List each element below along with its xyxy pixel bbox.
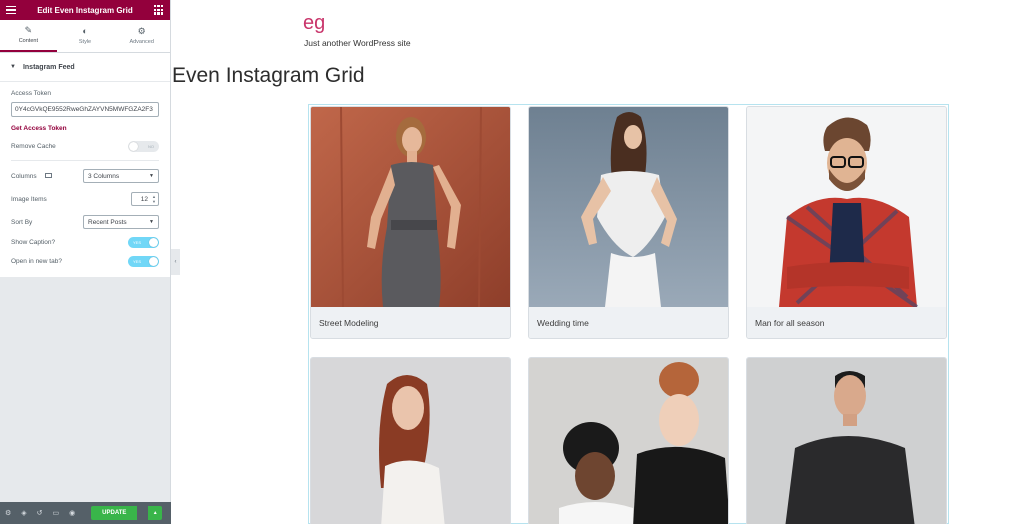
chevron-down-icon: ▼: [149, 219, 154, 225]
pencil-icon: ✎: [24, 25, 33, 35]
show-caption-label: Show Caption?: [11, 239, 56, 246]
photo-bride: [529, 107, 728, 307]
tab-advanced[interactable]: ⚙ Advanced: [113, 20, 170, 52]
columns-label: Columns: [11, 172, 37, 180]
section-instagram-feed[interactable]: ▼ Instagram Feed: [0, 53, 170, 82]
sort-by-value: Recent Posts: [88, 218, 127, 226]
grid-card-two-women[interactable]: [528, 357, 729, 524]
card-photo: [747, 107, 946, 307]
photo-woman-grey-dress: [311, 107, 510, 307]
photo-man-black-sweater: [747, 358, 946, 524]
chevron-left-icon: ‹: [174, 259, 177, 265]
remove-cache-label: Remove Cache: [11, 143, 56, 150]
photo-woman-red-hair: [311, 358, 510, 524]
site-title[interactable]: eg: [303, 12, 325, 35]
image-items-stepper[interactable]: 12 ▲ ▼: [131, 192, 159, 206]
panel-tabs: ✎ Content ◐ Style ⚙ Advanced: [0, 20, 170, 53]
card-photo: [311, 358, 510, 524]
columns-label-wrap: Columns: [11, 172, 53, 180]
navigator-layers-icon[interactable]: ◈: [21, 509, 26, 517]
widgets-grid-icon[interactable]: [153, 5, 164, 15]
tab-style-label: Style: [78, 39, 92, 45]
tab-style[interactable]: ◐ Style: [57, 20, 114, 52]
image-items-value: 12: [140, 195, 148, 203]
card-photo: [529, 358, 728, 524]
tab-advanced-label: Advanced: [129, 39, 154, 45]
card-photo: [529, 107, 728, 307]
panel-content: ▼ Instagram Feed Access Token Get Access…: [0, 53, 170, 277]
preview-eye-icon[interactable]: ◉: [69, 509, 75, 517]
sort-by-select[interactable]: Recent Posts ▼: [83, 215, 159, 229]
open-new-tab-toggle[interactable]: YES: [128, 256, 159, 267]
menu-icon[interactable]: [6, 5, 16, 15]
photo-two-women-working: [529, 358, 728, 524]
get-access-token-link[interactable]: Get Access Token: [11, 125, 159, 132]
sort-by-label: Sort By: [11, 218, 33, 226]
open-new-tab-toggle-text: YES: [133, 259, 142, 264]
access-token-label: Access Token: [11, 90, 51, 97]
collapse-panel-button[interactable]: ‹: [171, 249, 180, 275]
remove-cache-toggle-text: NO: [148, 144, 154, 149]
desktop-icon[interactable]: [45, 173, 53, 179]
card-photo: [311, 107, 510, 307]
grid-card-man-black-sweater[interactable]: [746, 357, 947, 524]
card-photo: [747, 358, 946, 524]
history-icon[interactable]: ↺: [37, 509, 43, 517]
settings-icon[interactable]: ⚙: [5, 509, 11, 517]
section-title: Instagram Feed: [22, 63, 75, 71]
update-options-caret-icon[interactable]: ▲: [148, 506, 163, 520]
responsive-mode-icon[interactable]: ▭: [53, 509, 60, 517]
grid-card-street-modeling[interactable]: Street Modeling: [310, 106, 511, 339]
grid-card-man-for-all-season[interactable]: Man for all season: [746, 106, 947, 339]
half-circle-icon: ◐: [82, 26, 88, 36]
toggle-knob: [129, 142, 138, 151]
site-tagline: Just another WordPress site: [304, 38, 411, 48]
columns-select[interactable]: 3 Columns ▼: [83, 169, 159, 183]
toggle-knob: [149, 238, 158, 247]
chevron-down-icon: ▼: [149, 173, 154, 179]
elementor-panel: Edit Even Instagram Grid ✎ Content ◐ Sty…: [0, 0, 171, 524]
instagram-grid: Street Modeling Wedding time Man for all…: [308, 104, 949, 524]
spinner-arrows-icon[interactable]: ▲ ▼: [152, 194, 156, 204]
image-items-label: Image Items: [11, 195, 47, 203]
access-token-input[interactable]: [11, 102, 159, 117]
grid-card-wedding-time[interactable]: Wedding time: [528, 106, 729, 339]
page-title: Even Instagram Grid: [172, 64, 365, 87]
card-caption: Street Modeling: [311, 307, 510, 338]
panel-title: Edit Even Instagram Grid: [37, 5, 133, 15]
remove-cache-toggle[interactable]: NO: [128, 141, 159, 152]
gear-icon: ⚙: [137, 26, 146, 36]
grid-card-woman-white-top[interactable]: [310, 357, 511, 524]
update-button[interactable]: UPDATE: [91, 506, 138, 520]
caret-down-icon: ▼: [10, 64, 16, 70]
panel-footer: ⚙ ◈ ↺ ▭ ◉ UPDATE ▲: [0, 502, 171, 524]
tab-content[interactable]: ✎ Content: [0, 20, 57, 52]
columns-value: 3 Columns: [88, 172, 120, 180]
toggle-knob: [149, 257, 158, 266]
show-caption-toggle-text: YES: [133, 240, 142, 245]
open-new-tab-label: Open in new tab?: [11, 258, 62, 265]
panel-header: Edit Even Instagram Grid: [0, 0, 170, 20]
photo-man-plaid-shirt: [747, 107, 946, 307]
tab-content-label: Content: [18, 38, 38, 44]
card-caption: Man for all season: [747, 307, 946, 338]
show-caption-toggle[interactable]: YES: [128, 237, 159, 248]
card-caption: Wedding time: [529, 307, 728, 338]
